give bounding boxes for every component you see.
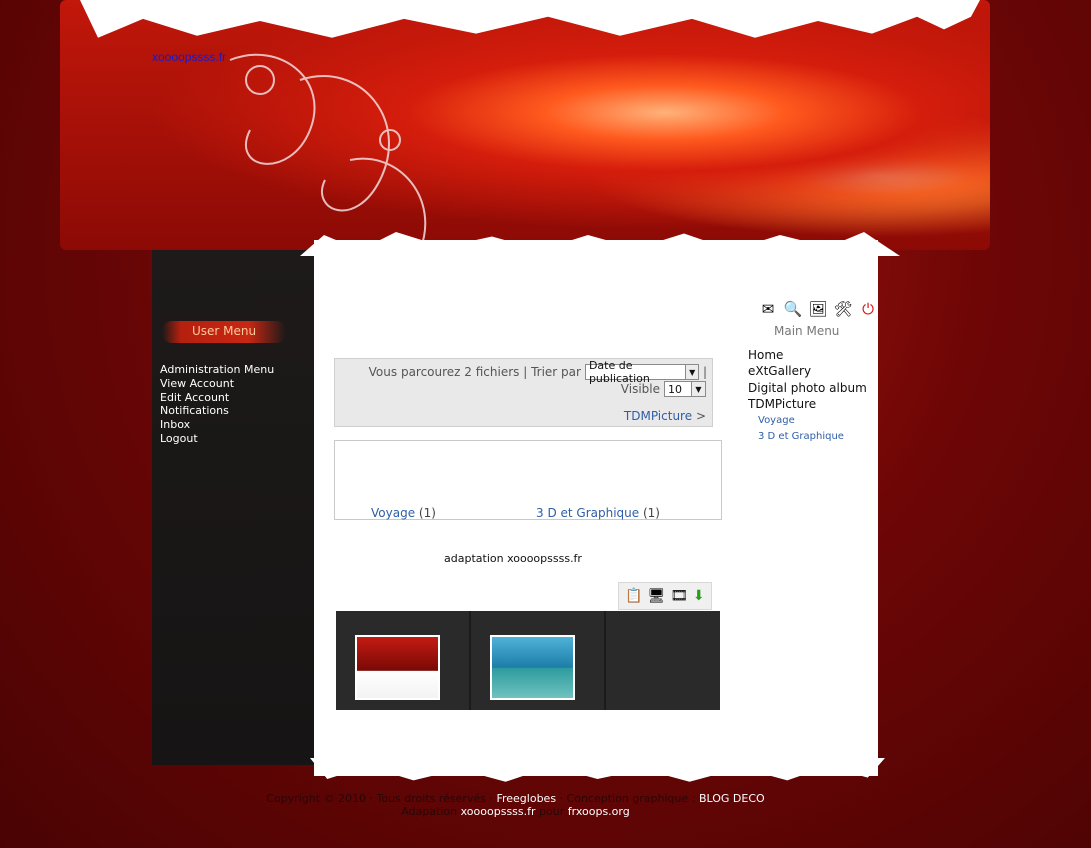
main-menu-subitem-3d-graphique[interactable]: 3 D et Graphique xyxy=(748,429,867,445)
user-menu-title: User Menu xyxy=(162,321,286,343)
sort-row: Vous parcourez 2 fichiers | Trier par Da… xyxy=(368,359,707,385)
file-count-text: Vous parcourez 2 fichiers | Trier par xyxy=(368,365,581,379)
gallery-thumbnail-1[interactable] xyxy=(355,635,440,700)
browse-panel: Vous parcourez 2 fichiers | Trier par Da… xyxy=(334,358,713,427)
footer-link-freeglobes[interactable]: Freeglobes xyxy=(496,792,556,805)
footer-copyright-text: Copyright © 2010 · Tous droits réservés … xyxy=(266,792,497,805)
separator: | xyxy=(702,365,707,379)
footer-line-2: Adapation xoooopssss.fr pour frxoops.org xyxy=(0,804,1031,819)
categories-panel: Voyage (1) 3 D et Graphique (1) xyxy=(334,440,722,520)
sort-select[interactable]: Date de publication ▼ xyxy=(584,359,699,385)
category-link-3d-graphique[interactable]: 3 D et Graphique xyxy=(536,506,639,520)
footer-conception-text: · Conception graphique : xyxy=(556,792,699,805)
main-menu: Home eXtGallery Digital photo album TDMP… xyxy=(748,347,867,445)
visible-count-select[interactable]: 10 ▼ xyxy=(664,381,706,397)
footer-link-xoooopssss[interactable]: xoooopssss.fr xyxy=(461,805,536,818)
main-menu-item-tdmpicture[interactable]: TDMPicture xyxy=(748,396,867,412)
user-menu-item-administration[interactable]: Administration Menu xyxy=(160,363,274,377)
gallery-toolbar: 📋 🖥 🎞 ⬇ xyxy=(618,582,712,610)
category-item: 3 D et Graphique (1) xyxy=(536,506,660,520)
category-link-voyage[interactable]: Voyage xyxy=(371,506,415,520)
category-count: (1) xyxy=(418,506,436,520)
user-menu-item-view-account[interactable]: View Account xyxy=(160,377,274,391)
monitor-icon[interactable]: 🖥 xyxy=(648,588,666,604)
gallery-thumbnail-2[interactable] xyxy=(490,635,575,700)
adaptation-text: adaptation xoooopssss.fr xyxy=(444,552,582,565)
envelope-icon[interactable]: ✉ xyxy=(757,298,779,320)
search-icon[interactable]: 🔍 xyxy=(782,298,804,320)
slideshow-icon[interactable]: 🎞 xyxy=(670,588,688,604)
breadcrumb-link-tdmpicture[interactable]: TDMPicture xyxy=(624,409,692,423)
gallery-grid xyxy=(336,611,720,710)
main-menu-subitem-voyage[interactable]: Voyage xyxy=(748,413,867,429)
gallery-cell xyxy=(336,611,471,710)
footer-pour-text: pour xyxy=(535,804,568,818)
breadcrumb-separator: > xyxy=(695,409,706,423)
user-menu-item-logout[interactable]: Logout xyxy=(160,432,274,446)
main-menu-item-extgallery[interactable]: eXtGallery xyxy=(748,363,867,379)
user-toolbar: ✉ 🔍 🖼 🛠 ⏻ xyxy=(757,298,879,320)
footer: Copyright © 2010 · Tous droits réservés … xyxy=(0,792,1031,819)
site-logo-link[interactable]: xoooopssss.fr xyxy=(152,50,226,64)
user-menu-item-edit-account[interactable]: Edit Account xyxy=(160,391,274,405)
visible-label: Visible xyxy=(620,382,660,396)
user-menu-item-notifications[interactable]: Notifications xyxy=(160,404,274,418)
visible-count-value: 10 xyxy=(668,382,682,396)
category-count: (1) xyxy=(642,506,660,520)
chevron-down-icon: ▼ xyxy=(685,365,698,379)
category-item: Voyage (1) xyxy=(371,506,436,520)
content-grunge-bottom xyxy=(310,758,885,782)
pictures-icon[interactable]: 🖼 xyxy=(807,298,829,320)
footer-link-frxoops[interactable]: frxoops.org xyxy=(568,805,630,818)
footer-adaptation-text: Adapation xyxy=(401,804,461,818)
visible-row: Visible 10 ▼ xyxy=(621,381,706,397)
download-arrow-icon[interactable]: ⬇ xyxy=(693,588,705,604)
user-menu: Administration Menu View Account Edit Ac… xyxy=(160,363,274,446)
power-icon[interactable]: ⏻ xyxy=(857,298,879,320)
tools-icon[interactable]: 🛠 xyxy=(832,298,854,320)
user-menu-item-inbox[interactable]: Inbox xyxy=(160,418,274,432)
main-menu-item-digital-photo-album[interactable]: Digital photo album xyxy=(748,380,867,396)
chevron-down-icon: ▼ xyxy=(691,382,705,396)
list-view-icon[interactable]: 📋 xyxy=(625,588,642,604)
gallery-cell-empty xyxy=(606,611,720,710)
main-menu-item-home[interactable]: Home xyxy=(748,347,867,363)
breadcrumb: TDMPicture > xyxy=(624,409,706,423)
footer-link-blog-deco[interactable]: BLOG DECO xyxy=(699,792,765,805)
main-menu-title: Main Menu xyxy=(774,324,840,338)
gallery-cell xyxy=(471,611,606,710)
